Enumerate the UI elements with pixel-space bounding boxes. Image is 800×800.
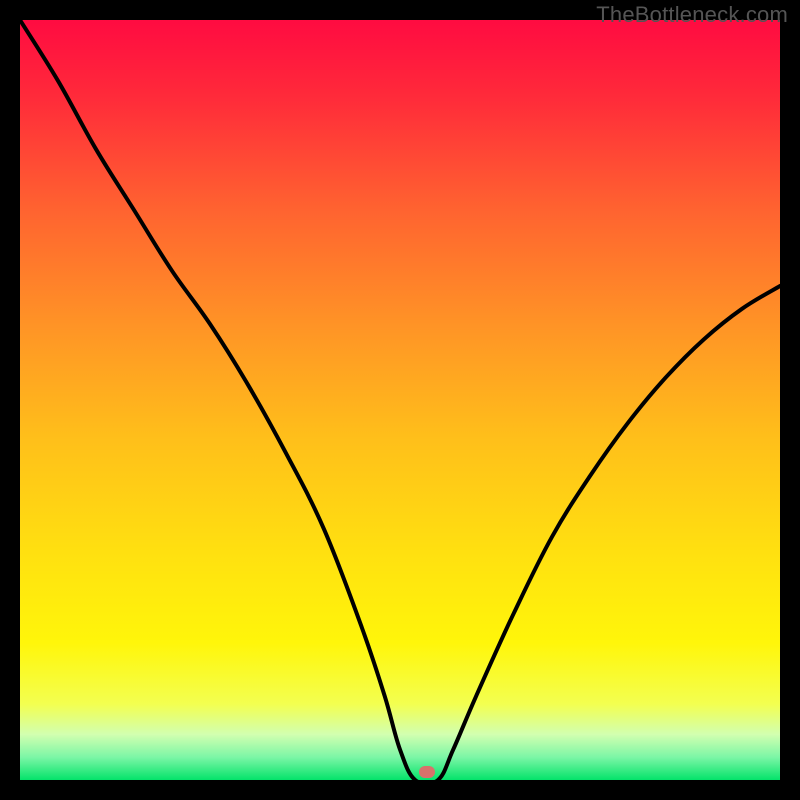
optimal-point-marker	[419, 766, 435, 778]
gradient-background	[20, 20, 780, 780]
watermark-text: TheBottleneck.com	[596, 2, 788, 28]
plot-area	[20, 20, 780, 780]
chart-svg	[20, 20, 780, 780]
chart-container: { "watermark": "TheBottleneck.com", "mar…	[0, 0, 800, 800]
